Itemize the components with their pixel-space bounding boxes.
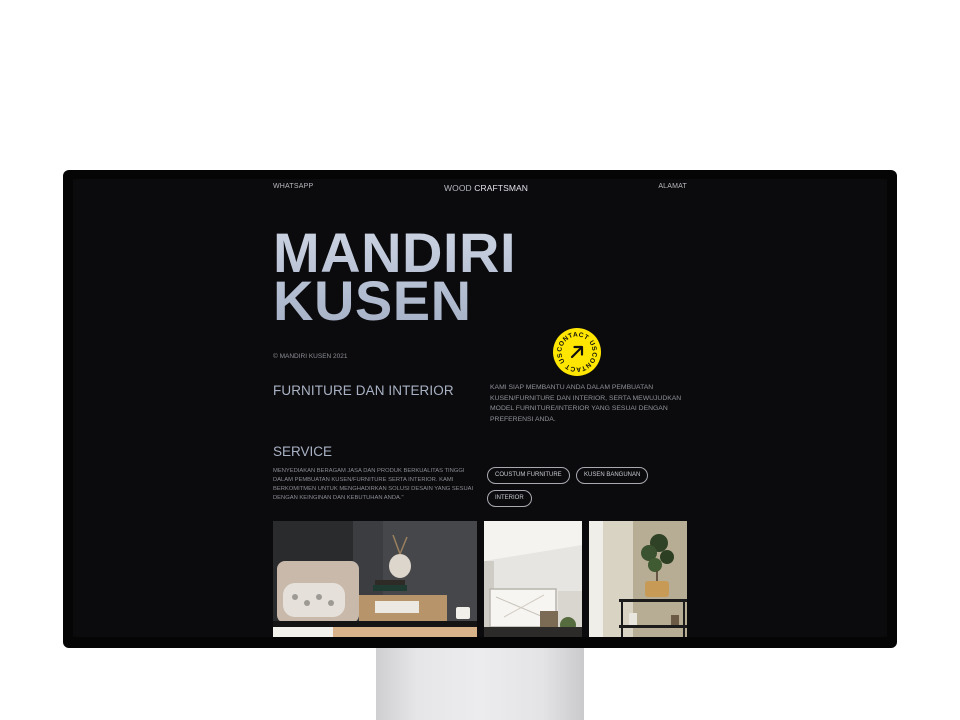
nav-alamat-link[interactable]: ALAMAT bbox=[658, 183, 687, 190]
section-subtitle: FURNITURE DAN INTERIOR bbox=[273, 383, 454, 398]
arrow-up-right-icon bbox=[570, 345, 584, 359]
nav-whatsapp-link[interactable]: WHATSAPP bbox=[273, 183, 313, 190]
service-description: MENYEDIAKAN BERAGAM JASA DAN PRODUK BERK… bbox=[273, 468, 474, 501]
photo-living-room bbox=[273, 521, 477, 637]
badge-text-path-2: CONTACT US bbox=[556, 352, 597, 373]
hero-title-line2: KUSEN bbox=[273, 269, 472, 332]
copyright-text: © MANDIRI KUSEN 2021 bbox=[273, 353, 348, 360]
photo-shelf-plant bbox=[589, 521, 687, 637]
shelf-plant-image bbox=[589, 521, 687, 637]
badge-ring-text-1: CONTACT US bbox=[556, 331, 597, 352]
contact-us-badge-graphic: CONTACT US CONTACT US bbox=[556, 331, 597, 373]
contact-us-button[interactable]: CONTACT US CONTACT US bbox=[553, 328, 601, 376]
brand-logo[interactable]: WOOD CRAFTSMAN bbox=[444, 183, 528, 193]
brand-light-text: WOOD bbox=[444, 183, 475, 193]
landing-page: WHATSAPP WOOD CRAFTSMAN ALAMAT MANDIRI K… bbox=[273, 179, 687, 637]
tag-custom-furniture[interactable]: COUSTUM FURNITURE bbox=[487, 467, 570, 484]
monitor-frame: WHATSAPP WOOD CRAFTSMAN ALAMAT MANDIRI K… bbox=[63, 170, 897, 648]
badge-text-path-1: CONTACT US bbox=[556, 331, 597, 352]
photo-bright-room bbox=[484, 521, 582, 637]
badge-ring-text-2: CONTACT US bbox=[556, 352, 597, 373]
tag-kusen-bangunan[interactable]: KUSEN BANGUNAN bbox=[576, 467, 649, 484]
hero-title: MANDIRI KUSEN bbox=[273, 229, 516, 325]
intro-paragraph: KAMI SIAP MEMBANTU ANDA DALAM PEMBUATAN … bbox=[490, 384, 682, 423]
service-heading: SERVICE bbox=[273, 444, 333, 459]
monitor-stand bbox=[376, 640, 584, 720]
tag-interior[interactable]: INTERIOR bbox=[487, 490, 532, 507]
brand-bold-text: CRAFTSMAN bbox=[474, 183, 529, 193]
living-room-image bbox=[273, 521, 477, 637]
bright-room-image bbox=[484, 521, 582, 637]
website-screen: WHATSAPP WOOD CRAFTSMAN ALAMAT MANDIRI K… bbox=[73, 179, 887, 637]
